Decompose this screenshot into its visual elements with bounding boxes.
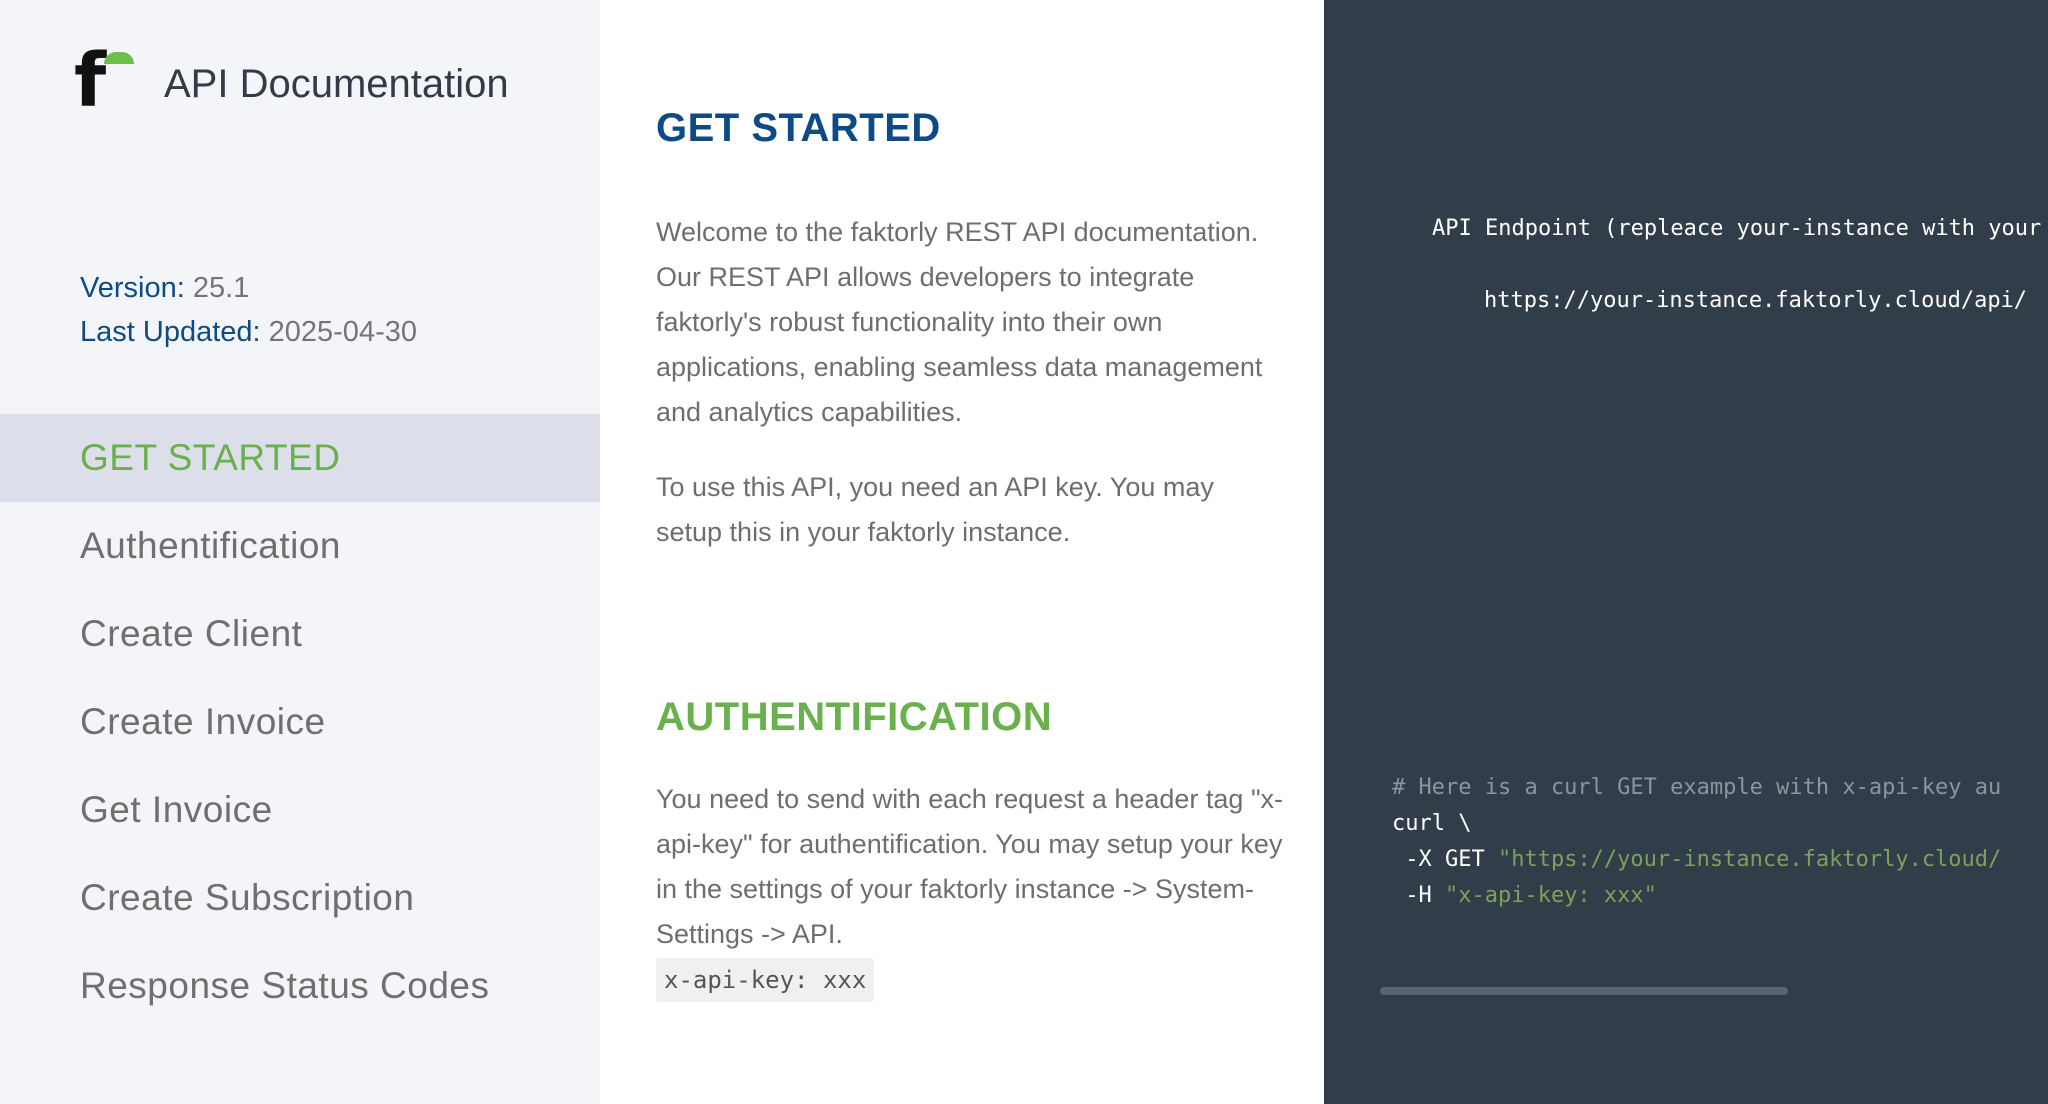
version-info: Version: 25.1 Last Updated: 2025-04-30 <box>80 266 417 354</box>
endpoint-label: API Endpoint (repleace your-instance wit… <box>1432 216 2042 241</box>
nav-item-response-status-codes[interactable]: Response Status Codes <box>0 942 600 1030</box>
api-key-header-code: x-api-key: xxx <box>656 958 875 1002</box>
logo-letter: f <box>74 38 107 124</box>
faktorly-logo-icon: f <box>74 44 136 118</box>
nav-item-create-subscription[interactable]: Create Subscription <box>0 854 600 942</box>
version-label: Version: <box>80 272 185 304</box>
last-updated-label: Last Updated: <box>80 316 261 348</box>
get-started-api-key-note: To use this API, you need an API key. Yo… <box>656 472 1214 547</box>
sidebar-nav: GET STARTED Authentification Create Clie… <box>0 414 600 1030</box>
nav-item-authentification[interactable]: Authentification <box>0 502 600 590</box>
brand[interactable]: f API Documentation <box>74 44 509 118</box>
nav-item-create-invoice[interactable]: Create Invoice <box>0 678 600 766</box>
curl-example-code-block[interactable]: # Here is a curl GET example with x-api-… <box>1392 770 2000 914</box>
get-started-intro: Welcome to the faktorly REST API documen… <box>656 217 1263 427</box>
version-value: 25.1 <box>192 272 250 304</box>
logo-leaf <box>104 52 134 64</box>
section-heading-authentification: AUTHENTIFICATION <box>656 695 1053 739</box>
section-heading-get-started: GET STARTED <box>656 106 941 150</box>
nav-item-create-client[interactable]: Create Client <box>0 590 600 678</box>
code-horizontal-scrollbar[interactable] <box>1380 987 1788 995</box>
code-line-curl: curl \ <box>1392 811 1472 836</box>
code-string-url: "https://your-instance.faktorly.cloud/ <box>1497 847 2000 872</box>
sidebar: f API Documentation Version: 25.1 Last U… <box>0 0 600 1104</box>
main-content: GET STARTED Welcome to the faktorly REST… <box>600 0 1324 1104</box>
version-row: Version: 25.1 <box>80 266 417 310</box>
nav-item-get-invoice[interactable]: Get Invoice <box>0 766 600 854</box>
code-panel: API Endpoint (repleace your-instance wit… <box>1324 0 2048 1104</box>
last-updated-value: 2025-04-30 <box>268 316 417 348</box>
code-line-get: -X GET "https://your-instance.faktorly.c… <box>1392 842 2000 878</box>
authentification-text: You need to send with each request a hea… <box>656 784 1284 949</box>
code-string-header: "x-api-key: xxx" <box>1444 883 1657 908</box>
endpoint-url: https://your-instance.faktorly.cloud/api… <box>1484 288 2028 313</box>
code-flag-get: -X GET <box>1392 847 1498 872</box>
code-line-header: -H "x-api-key: xxx" <box>1392 878 2000 914</box>
nav-item-get-started[interactable]: GET STARTED <box>0 414 600 502</box>
last-updated-row: Last Updated: 2025-04-30 <box>80 310 417 354</box>
code-flag-header: -H <box>1392 883 1445 908</box>
brand-title: API Documentation <box>164 62 509 106</box>
code-comment: # Here is a curl GET example with x-api-… <box>1392 775 2000 800</box>
